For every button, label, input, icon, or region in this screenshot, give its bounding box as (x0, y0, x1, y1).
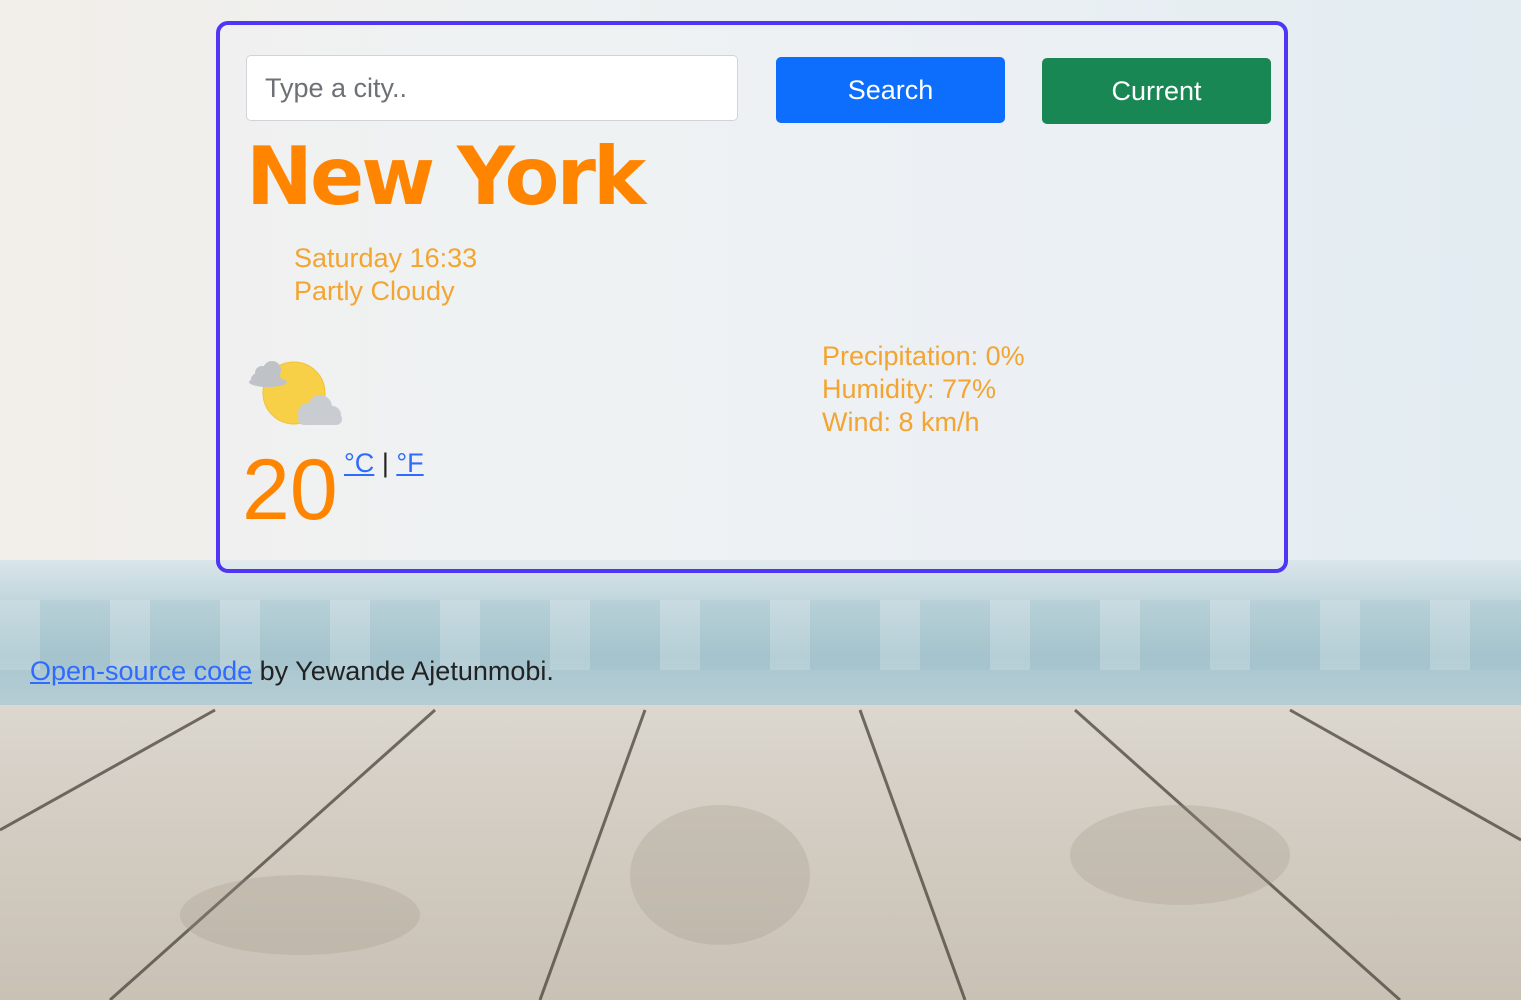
partly-cloudy-icon (246, 355, 346, 435)
celsius-link[interactable]: °C (344, 448, 374, 478)
author-credit-text: by Yewande Ajetunmobi. (252, 656, 554, 686)
background-deck (0, 705, 1521, 1000)
city-name: New York (246, 130, 646, 223)
background-sea (0, 560, 1521, 720)
search-button[interactable]: Search (776, 57, 1005, 123)
weather-details: Precipitation: 0% Humidity: 77% Wind: 8 … (822, 340, 1025, 439)
weather-card: Search Current New York Saturday 16:33 P… (216, 21, 1288, 573)
unit-separator: | (381, 448, 389, 478)
wind-text: Wind: 8 km/h (822, 407, 980, 437)
temperature-value: 20 (242, 442, 338, 538)
weather-condition: Partly Cloudy (294, 276, 455, 306)
current-location-button[interactable]: Current (1042, 58, 1271, 124)
precipitation-text: Precipitation: 0% (822, 341, 1025, 371)
city-search-input[interactable] (246, 55, 738, 121)
deck-plank-lines (0, 708, 1521, 1000)
humidity-text: Humidity: 77% (822, 374, 997, 404)
unit-toggle: °C | °F (344, 448, 424, 479)
footer-credit: Open-source code by Yewande Ajetunmobi. (30, 656, 554, 687)
fahrenheit-link[interactable]: °F (396, 448, 423, 478)
open-source-link[interactable]: Open-source code (30, 656, 252, 686)
date-time: Saturday 16:33 (294, 243, 478, 273)
